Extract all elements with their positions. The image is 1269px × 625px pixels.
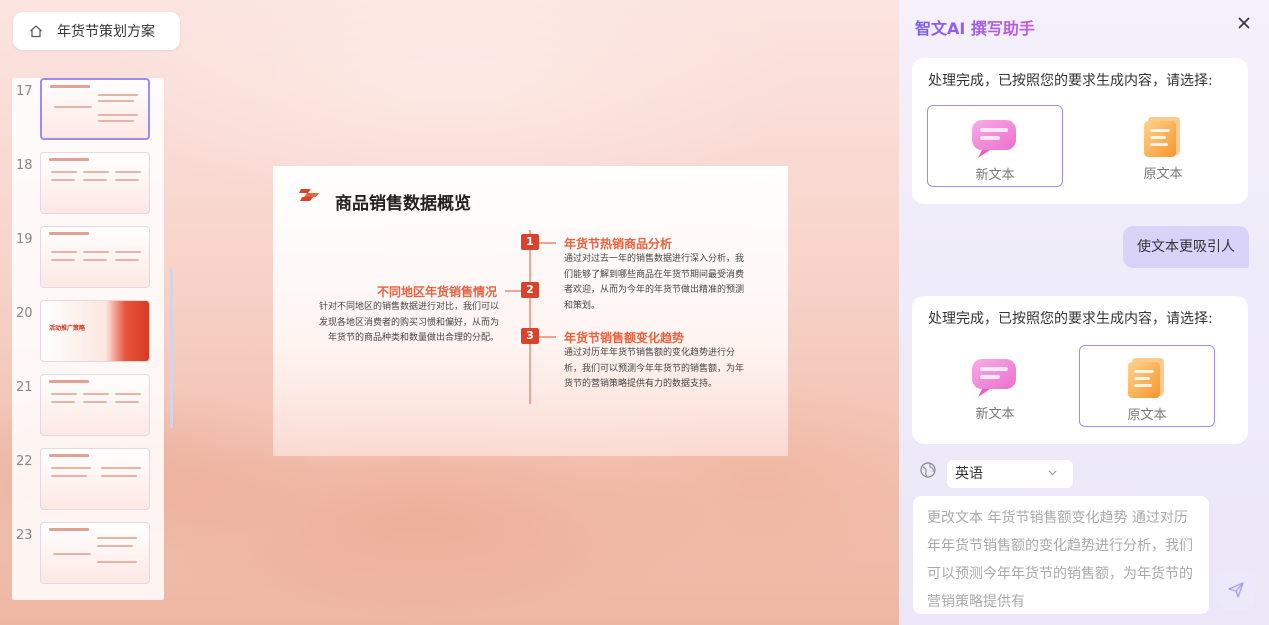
section-1-body: 通过对过去一年的销售数据进行深入分析，我们能够了解到哪些商品在年货节期间最受消费… (564, 254, 745, 311)
assistant-message-text: 处理完成，已按照您的要求生成内容，请选择: (928, 311, 1213, 327)
option-original-text[interactable]: 原文本 (1095, 105, 1231, 187)
language-value: 英语 (955, 466, 983, 482)
thumbnail-preview[interactable] (40, 226, 150, 288)
thumbnail-number: 21 (16, 380, 33, 395)
thumbnail-22[interactable]: 22 (12, 448, 164, 512)
option-new-text[interactable]: 新文本 (927, 105, 1063, 187)
thumbnail-17[interactable]: 17 (12, 78, 164, 142)
thumbnail-21[interactable]: 21 (12, 374, 164, 438)
slide-thumbnail-panel: 17 18 19 20 活动推广策略 21 22 23 (12, 78, 173, 600)
section-1-badge: 1 (521, 234, 539, 250)
option-new-text[interactable]: 新文本 (927, 345, 1063, 427)
original-text-icon (1144, 117, 1180, 157)
thumbnail-preview[interactable] (40, 78, 150, 140)
thumbnail-badge: 活动推广策略 (49, 325, 86, 332)
new-text-icon (972, 120, 1016, 158)
option-label: 新文本 (975, 168, 1015, 183)
slide-canvas[interactable]: 商品销售数据概览 1 年货节热销商品分析 通过对过去一年的销售数据进行深入分析，… (273, 166, 788, 456)
language-select[interactable]: 英语 (947, 460, 1073, 488)
option-label: 原文本 (1127, 408, 1167, 423)
thumbnail-number: 23 (16, 528, 33, 543)
prompt-input[interactable]: 更改文本 年货节销售额变化趋势 通过对历年年货节销售额的变化趋势进行分析，我们可… (913, 496, 1209, 614)
chevron-down-icon (1048, 470, 1057, 476)
send-button[interactable] (1217, 571, 1255, 609)
thumbnail-scrollbar[interactable] (170, 268, 173, 428)
option-original-text[interactable]: 原文本 (1079, 345, 1215, 427)
thumbnail-number: 17 (16, 84, 33, 99)
assistant-message-card: 处理完成，已按照您的要求生成内容，请选择: 新文本 原文本 (912, 58, 1248, 204)
thumbnail-preview[interactable] (40, 522, 150, 584)
home-icon[interactable] (29, 24, 43, 38)
slide-title: 商品销售数据概览 (335, 194, 471, 214)
section-2-body: 针对不同地区的销售数据进行对比，我们可以发现各地区消费者的购买习惯和偏好，从而为… (319, 302, 500, 343)
section-3-body: 通过对历年年货节销售额的变化趋势进行分析，我们可以预测今年年货节的销售额，为年货… (564, 348, 745, 389)
assistant-message-card: 处理完成，已按照您的要求生成内容，请选择: 新文本 原文本 (912, 296, 1248, 444)
assistant-title: 智文AI 撰写助手 (915, 15, 1035, 39)
globe-icon (920, 462, 936, 478)
option-label: 新文本 (975, 407, 1015, 422)
thumbnail-preview[interactable] (40, 448, 150, 510)
send-icon (1228, 582, 1244, 598)
document-title-bar[interactable]: 年货节策划方案 (13, 12, 180, 50)
thumbnail-preview[interactable] (40, 152, 150, 214)
close-icon[interactable] (1235, 14, 1253, 32)
thumbnail-number: 22 (16, 454, 33, 469)
thumbnail-19[interactable]: 19 (12, 226, 164, 290)
timeline-line (529, 230, 531, 404)
section-2-badge: 2 (521, 282, 539, 298)
user-message-bubble: 使文本更吸引人 (1123, 226, 1249, 268)
thumbnail-number: 20 (16, 306, 33, 321)
thumbnail-number: 18 (16, 158, 33, 173)
thumbnail-number: 19 (16, 232, 33, 247)
section-2-heading: 不同地区年货销售情况 (376, 285, 497, 299)
ai-assistant-panel: 智文AI 撰写助手 处理完成，已按照您的要求生成内容，请选择: 新文本 原文本 … (899, 0, 1269, 625)
thumbnail-preview[interactable]: 活动推广策略 (40, 300, 150, 362)
assistant-message-text: 处理完成，已按照您的要求生成内容，请选择: (928, 73, 1213, 89)
thumbnail-18[interactable]: 18 (12, 152, 164, 216)
slide-logo-icon (299, 189, 319, 201)
section-3-badge: 3 (521, 328, 539, 344)
option-label: 原文本 (1143, 167, 1183, 182)
section-3-heading: 年货节销售额变化趋势 (564, 331, 685, 345)
new-text-icon (972, 359, 1016, 397)
document-title: 年货节策划方案 (57, 24, 155, 40)
thumbnail-preview[interactable] (40, 374, 150, 436)
original-text-icon (1128, 358, 1164, 398)
thumbnail-20[interactable]: 20 活动推广策略 (12, 300, 164, 364)
prompt-input-text: 更改文本 年货节销售额变化趋势 通过对历年年货节销售额的变化趋势进行分析，我们可… (927, 510, 1193, 610)
section-1-heading: 年货节热销商品分析 (564, 237, 673, 251)
thumbnail-23[interactable]: 23 (12, 522, 164, 586)
